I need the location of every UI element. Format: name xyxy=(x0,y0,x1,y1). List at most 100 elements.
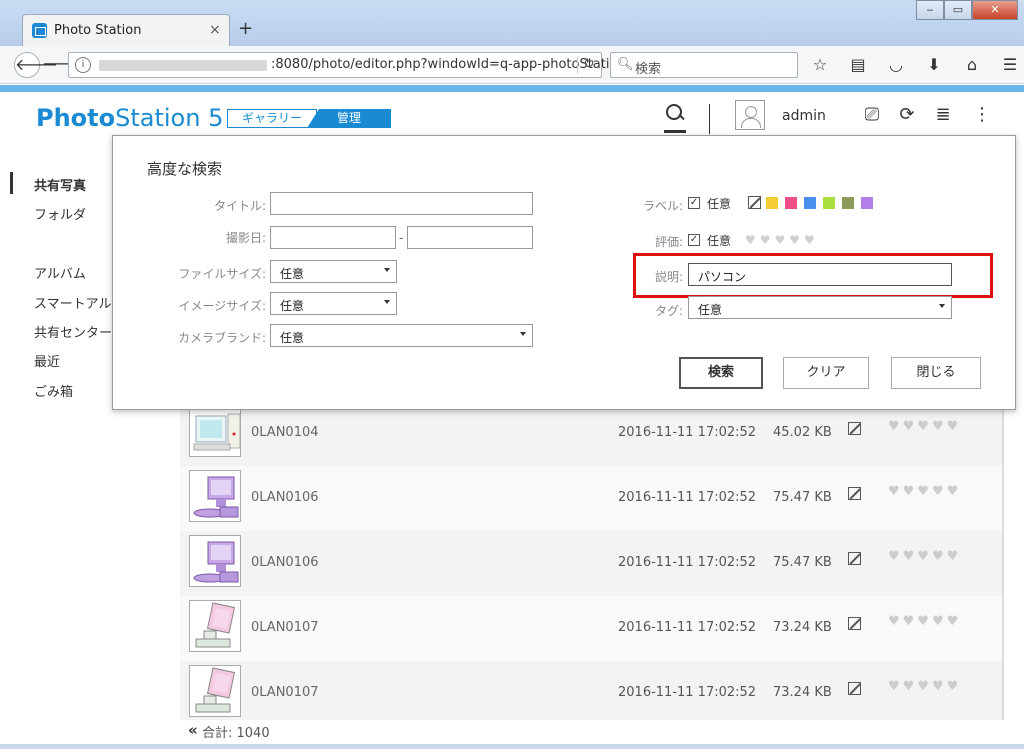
rating-hearts[interactable]: ♥♥♥♥♥ xyxy=(888,549,961,564)
photo-name: 0LAN0106 xyxy=(251,490,319,505)
photo-thumbnail[interactable] xyxy=(189,470,241,522)
forward-arrow-icon[interactable]: 🡒 xyxy=(42,52,85,78)
refresh-icon[interactable]: ⟳ xyxy=(895,104,919,126)
pocket-icon[interactable]: ◡ xyxy=(882,54,910,76)
sidebar-item-recent[interactable]: 最近 xyxy=(34,351,60,370)
label-color-blue[interactable] xyxy=(804,197,816,209)
file-size-label: ファイルサイズ: xyxy=(178,267,266,281)
menu-icon[interactable]: ☰ xyxy=(996,54,1024,76)
label-label: ラベル: xyxy=(642,199,683,213)
new-tab-button[interactable]: + xyxy=(238,20,253,38)
label-color-green[interactable] xyxy=(823,197,835,209)
edit-label-icon[interactable] xyxy=(848,422,861,435)
rating-hearts[interactable]: ♥♥♥♥♥ xyxy=(888,484,961,499)
rating-hearts[interactable]: ♥♥♥♥♥ xyxy=(888,419,961,434)
tab-close-icon[interactable]: × xyxy=(209,22,221,38)
no-label-icon[interactable] xyxy=(748,196,761,209)
sidebar-item-share-center[interactable]: 共有センター xyxy=(34,322,112,341)
rating-hearts[interactable]: ♥♥♥♥♥ xyxy=(888,614,961,629)
collapse-chevron-icon[interactable]: « xyxy=(188,721,198,739)
edit-label-icon[interactable] xyxy=(848,682,861,695)
table-row[interactable]: 0LAN0106 2016-11-11 17:02:52 75.47 KB ♥♥… xyxy=(180,466,1002,531)
url-text: :8080/photo/editor.php?windowId=q-app-ph… xyxy=(271,57,656,72)
clear-button[interactable]: クリア xyxy=(783,357,869,389)
close-window-button[interactable]: ✕ xyxy=(972,0,1018,20)
browser-tab[interactable]: Photo Station × xyxy=(22,14,230,46)
photo-thumbnail[interactable] xyxy=(189,535,241,587)
edit-label-icon[interactable] xyxy=(848,487,861,500)
file-size-select[interactable]: 任意 xyxy=(270,260,397,283)
photo-thumbnail[interactable] xyxy=(189,600,241,652)
chevron-down-icon xyxy=(384,268,390,272)
tag-select[interactable]: 任意 xyxy=(688,296,952,319)
photo-date: 2016-11-11 17:02:52 xyxy=(618,425,757,440)
photo-date: 2016-11-11 17:02:52 xyxy=(618,555,757,570)
sidebar-item-folders[interactable]: フォルダ xyxy=(34,204,86,223)
label-color-pink[interactable] xyxy=(785,197,797,209)
label-color-olive[interactable] xyxy=(842,197,854,209)
dialog-title: 高度な検索 xyxy=(147,160,223,178)
window-bottom-edge xyxy=(0,744,1024,749)
mode-admin-button[interactable]: 管理 xyxy=(307,109,391,128)
rating-hearts[interactable]: ♥♥♥♥♥ xyxy=(888,679,961,694)
window-controls: ‒ ▭ ✕ xyxy=(916,0,1018,20)
address-bar[interactable]: i :8080/photo/editor.php?windowId=q-app-… xyxy=(68,52,655,78)
browser-search-box[interactable]: 🔍︎ 検索 xyxy=(610,52,798,78)
rating-any-checkbox[interactable]: ✓ xyxy=(688,234,700,246)
date-from-input[interactable] xyxy=(270,226,396,249)
sidebar-item-albums[interactable]: アルバム xyxy=(34,263,86,282)
photo-date: 2016-11-11 17:02:52 xyxy=(618,685,757,700)
browser-search-placeholder: 検索 xyxy=(635,62,662,77)
upload-tray-icon[interactable]: ≣ xyxy=(931,104,955,126)
image-size-select[interactable]: 任意 xyxy=(270,292,397,315)
url-divider xyxy=(577,56,578,74)
reload-icon[interactable]: ↻ xyxy=(583,56,595,72)
sidebar-active-indicator xyxy=(10,172,13,194)
label-color-yellow[interactable] xyxy=(766,197,778,209)
photo-size: 75.47 KB xyxy=(773,490,832,505)
photo-date: 2016-11-11 17:02:52 xyxy=(618,490,757,505)
search-button[interactable]: 検索 xyxy=(679,357,763,389)
close-button[interactable]: 閉じる xyxy=(891,357,981,389)
info-icon[interactable]: i xyxy=(75,57,91,73)
sidebar-item-shared-photos[interactable]: 共有写真 xyxy=(34,175,86,194)
header-divider xyxy=(709,104,710,134)
username[interactable]: admin xyxy=(782,108,826,124)
more-vertical-icon[interactable]: ⋮ xyxy=(970,104,994,126)
tag-label: タグ: xyxy=(654,304,683,318)
sidebar-item-trash[interactable]: ごみ箱 xyxy=(34,381,73,400)
download-icon[interactable]: ⬇ xyxy=(920,54,948,76)
label-any-checkbox[interactable]: ✓ xyxy=(688,197,700,209)
rating-label: 評価: xyxy=(654,235,683,249)
table-row[interactable]: 0LAN0107 2016-11-11 17:02:52 73.24 KB ♥♥… xyxy=(180,661,1002,720)
camera-brand-select[interactable]: 任意 xyxy=(270,324,533,347)
maximize-button[interactable]: ▭ xyxy=(944,0,972,20)
chevron-down-icon xyxy=(384,300,390,304)
camera-brand-label: カメラブランド: xyxy=(177,331,266,345)
table-row[interactable]: 0LAN0104 2016-11-11 17:02:52 45.02 KB ♥♥… xyxy=(180,410,1002,466)
mode-gallery-button[interactable]: ギャラリー xyxy=(227,109,317,128)
edit-label-icon[interactable] xyxy=(848,552,861,565)
label-color-purple[interactable] xyxy=(861,197,873,209)
photo-name: 0LAN0107 xyxy=(251,685,319,700)
title-input[interactable] xyxy=(270,192,533,215)
table-row[interactable]: 0LAN0106 2016-11-11 17:02:52 75.47 KB ♥♥… xyxy=(180,531,1002,596)
photo-thumbnail[interactable] xyxy=(189,665,241,717)
date-to-input[interactable] xyxy=(407,226,533,249)
reading-list-icon[interactable]: ▤ xyxy=(844,54,872,76)
bookmark-star-icon[interactable]: ☆ xyxy=(806,54,834,76)
highlight-box xyxy=(633,253,993,298)
home-icon[interactable]: ⌂ xyxy=(958,54,986,76)
user-avatar-icon[interactable] xyxy=(735,100,765,130)
edit-label-icon[interactable] xyxy=(848,617,861,630)
minimize-button[interactable]: ‒ xyxy=(916,0,944,20)
back-arrow-icon[interactable]: 🡐 xyxy=(14,52,58,78)
search-icon[interactable] xyxy=(665,102,685,126)
cast-icon[interactable]: ⎚ xyxy=(860,104,884,126)
blurred-host xyxy=(99,60,267,71)
photo-thumbnail[interactable] xyxy=(189,410,241,457)
rating-hearts[interactable]: ♥♥♥♥♥ xyxy=(745,233,819,247)
app-top-strip xyxy=(0,85,1024,92)
search-active-indicator xyxy=(664,130,686,133)
table-row[interactable]: 0LAN0107 2016-11-11 17:02:52 73.24 KB ♥♥… xyxy=(180,596,1002,661)
